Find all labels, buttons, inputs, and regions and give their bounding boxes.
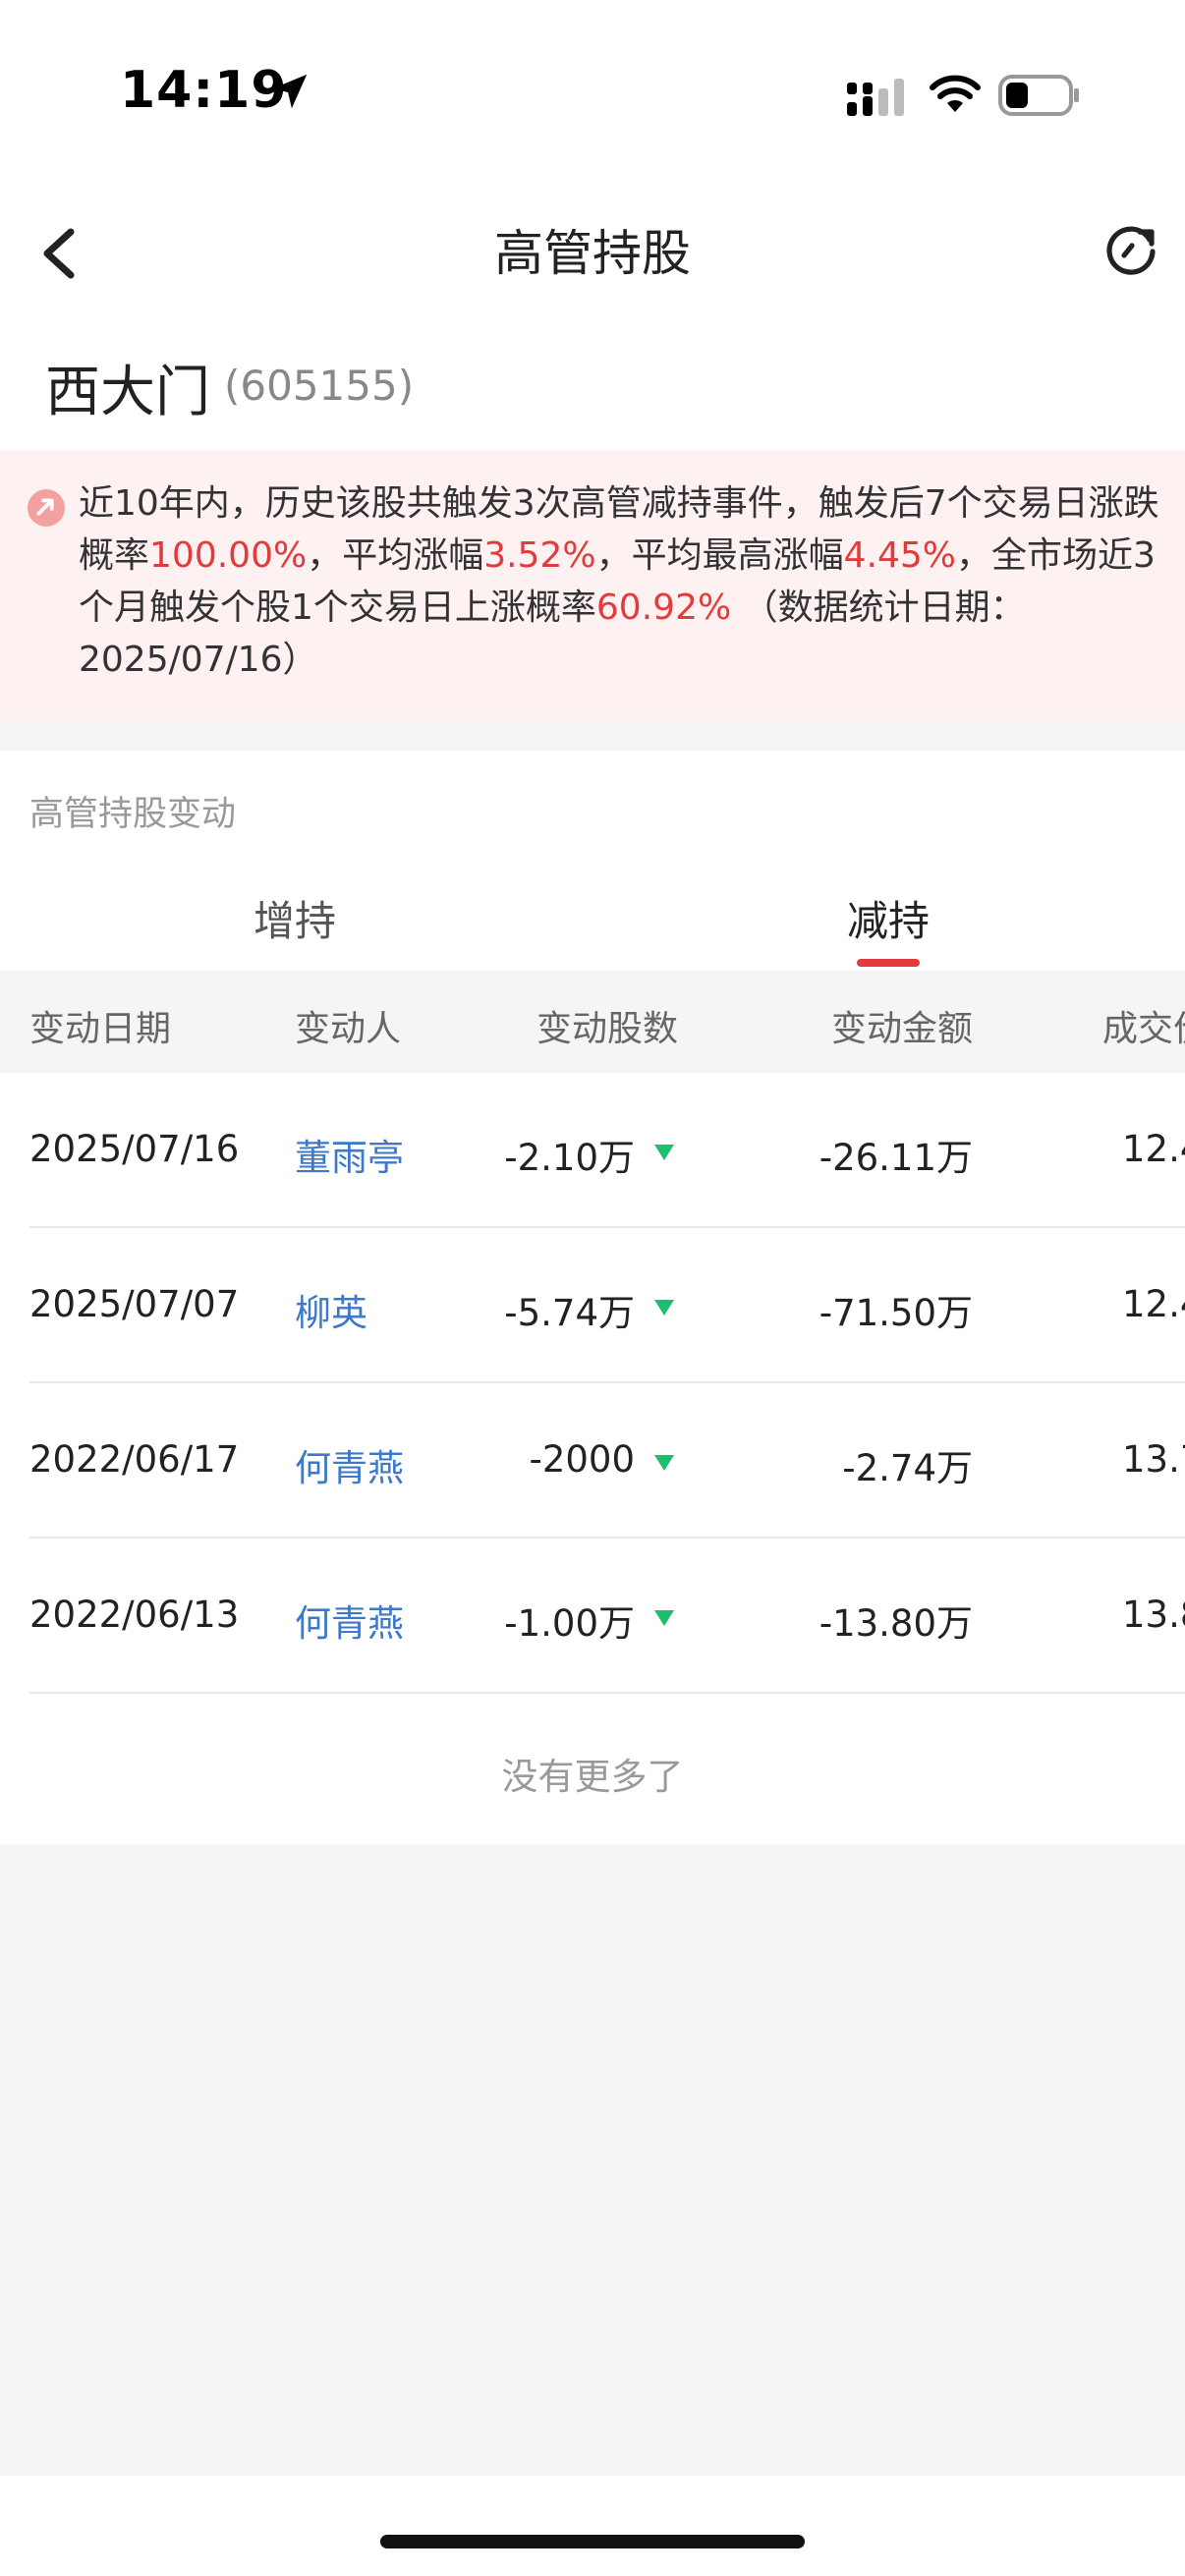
stock-code: (605155)	[224, 362, 415, 410]
cellular-signal-icon	[847, 79, 904, 116]
stock-name: 西大门	[45, 361, 210, 424]
statistics-notice: 近10年内，历史该股共触发3次高管减持事件，触发后7个交易日涨跌概率100.00…	[0, 450, 1185, 721]
tab-decrease[interactable]: 减持	[810, 888, 967, 948]
row-person-link[interactable]: 柳英	[295, 1283, 367, 1336]
row-date: 2025/07/07	[29, 1283, 240, 1325]
row-price: 13.7	[1122, 1438, 1185, 1481]
row-shares: -2000	[529, 1438, 635, 1481]
page-title: 高管持股	[494, 225, 691, 282]
down-triangle-icon	[654, 1610, 674, 1626]
active-tab-indicator	[857, 959, 920, 967]
down-triangle-icon	[654, 1455, 674, 1471]
table-header: 变动日期 变动人 变动股数 变动金额 成交价	[0, 971, 1185, 1073]
notice-text: 近10年内，历史该股共触发3次高管减持事件，触发后7个交易日涨跌概率100.00…	[79, 477, 1159, 686]
market-probability: 60.92%	[595, 588, 732, 628]
row-person-link[interactable]: 何青燕	[295, 1438, 404, 1491]
avg-rise: 3.52%	[483, 535, 596, 576]
nav-bar: 高管持股	[0, 187, 1185, 314]
wifi-icon	[930, 75, 981, 112]
table-row: 2022/06/13 何青燕 -1.00万 -13.80万 13.8	[0, 1539, 1185, 1694]
status-bar: 14:19	[0, 0, 1185, 187]
row-amount: -2.74万	[842, 1447, 973, 1489]
avg-max-rise: 4.45%	[843, 535, 956, 576]
table-row: 2025/07/16 董雨亭 -2.10万 -26.11万 12.4	[0, 1073, 1185, 1228]
battery-icon	[998, 75, 1079, 116]
row-shares: -5.74万	[504, 1292, 635, 1334]
refresh-icon[interactable]	[1102, 222, 1159, 279]
section-title: 高管持股变动	[29, 795, 237, 834]
header-amount: 变动金额	[831, 1009, 974, 1049]
header-shares: 变动股数	[536, 1009, 679, 1049]
row-person-link[interactable]: 董雨亭	[295, 1128, 404, 1181]
tab-increase[interactable]: 增持	[216, 888, 373, 948]
status-time: 14:19	[120, 61, 288, 120]
bottom-safe-area	[0, 2476, 1185, 2576]
row-shares: -1.00万	[504, 1602, 635, 1645]
down-triangle-icon	[654, 1300, 674, 1316]
row-shares: -2.10万	[504, 1137, 635, 1179]
home-indicator[interactable]	[380, 2535, 805, 2548]
rise-probability: 100.00%	[149, 535, 308, 576]
row-price: 13.8	[1122, 1594, 1185, 1636]
row-divider	[29, 1692, 1185, 1694]
row-date: 2022/06/13	[29, 1594, 240, 1636]
holding-changes-panel: 高管持股变动 增持 减持 变动日期 变动人 变动股数 变动金额 成交价 2025…	[0, 751, 1185, 1845]
row-amount: -71.50万	[818, 1292, 973, 1334]
stock-header: 西大门 (605155)	[0, 314, 1185, 450]
header-person: 变动人	[295, 1009, 402, 1049]
row-person-link[interactable]: 何青燕	[295, 1594, 404, 1647]
no-more-footer: 没有更多了	[501, 1756, 684, 1798]
row-price: 12.4	[1122, 1283, 1185, 1325]
row-amount: -26.11万	[818, 1137, 973, 1179]
header-date: 变动日期	[29, 1009, 172, 1049]
table-row: 2025/07/07 柳英 -5.74万 -71.50万 12.4	[0, 1228, 1185, 1383]
down-triangle-icon	[654, 1145, 674, 1160]
notice-text-part2: ，平均涨幅	[307, 535, 484, 576]
location-arrow-icon	[272, 74, 308, 109]
header-price: 成交价	[1102, 1009, 1185, 1049]
row-date: 2022/06/17	[29, 1438, 240, 1481]
notice-text-part3: ，平均最高涨幅	[595, 535, 844, 576]
table-row: 2022/06/17 何青燕 -2000 -2.74万 13.7	[0, 1383, 1185, 1539]
row-date: 2025/07/16	[29, 1128, 240, 1170]
row-amount: -13.80万	[818, 1602, 973, 1645]
row-price: 12.4	[1122, 1128, 1185, 1170]
arrow-up-circle-icon	[28, 489, 65, 527]
